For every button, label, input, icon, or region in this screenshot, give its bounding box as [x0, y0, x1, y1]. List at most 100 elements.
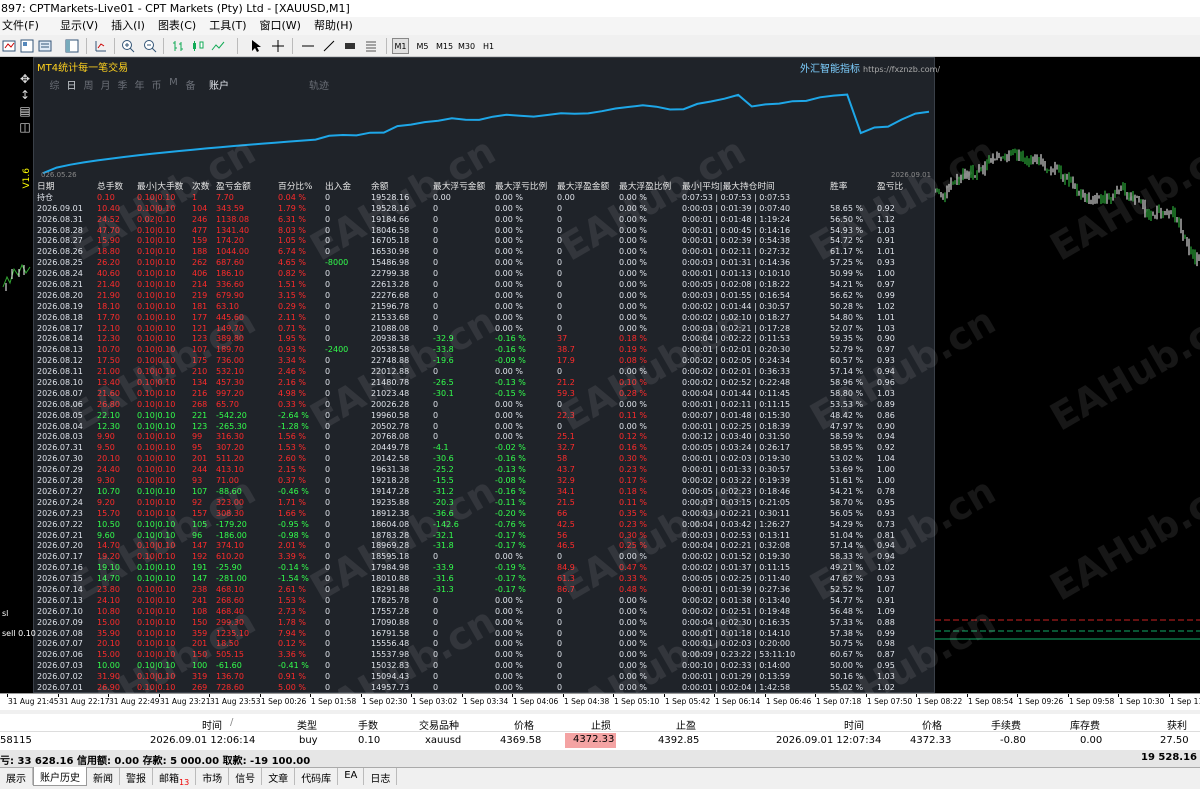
table-cell: 0 [557, 421, 563, 431]
table-cell: 0.10|0.10 [137, 552, 176, 562]
terminal-tab[interactable]: 代码库 [295, 768, 339, 785]
table-cell: 2026.07.23 [37, 508, 83, 518]
terminal-tab[interactable]: 展示 [0, 768, 33, 785]
new-chart-icon[interactable] [1, 38, 17, 54]
timeframe-m5[interactable]: M5 [414, 38, 431, 54]
menu-item[interactable]: 显示(V) [56, 17, 107, 35]
order-close-price: 4372.33 [910, 735, 952, 746]
table-cell: 0 [325, 497, 331, 507]
table-cell: 0.25 % [619, 541, 647, 551]
crosshair-icon[interactable] [270, 38, 286, 54]
table-cell: 0.00 % [495, 682, 523, 692]
table-cell: 2026.07.02 [37, 672, 83, 682]
expand-icon[interactable]: ↕ [18, 88, 32, 102]
indicators-icon[interactable] [93, 38, 109, 54]
terminal-column-header[interactable]: 库存费 [1070, 717, 1100, 732]
terminal-tab[interactable]: 账户历史 [33, 767, 87, 786]
table-cell: 0:00:04 | 0:02:22 | 0:11:53 [682, 334, 791, 344]
terminal-column-header[interactable]: 手数 [358, 717, 378, 732]
terminal-tab[interactable]: 邮箱13 [153, 768, 197, 787]
table-cell: 0.10|0.10 [137, 399, 176, 409]
menu-item[interactable]: 工具(T) [205, 17, 255, 35]
menu-item[interactable]: 插入(I) [107, 17, 154, 35]
horizontal-line-icon[interactable] [300, 38, 316, 54]
column-header: 最大浮亏金额 [433, 182, 486, 192]
chart-area[interactable]: ✥ ↕ ▤ ◫ V1.6 MT4统计每一笔交易 外汇智能指标 https://fx… [0, 57, 1200, 693]
terminal-column-header[interactable]: 时间 [844, 717, 864, 732]
template-icon[interactable]: ▤ [18, 104, 32, 118]
terminal-column-header[interactable]: 止损 [591, 717, 611, 732]
time-tick-label: 1 Sep 07:18 [814, 694, 862, 706]
time-tick-label: 1 Sep 04:38 [562, 694, 610, 706]
price-chart[interactable] [934, 57, 1200, 693]
terminal-column-header[interactable]: 价格 [514, 717, 534, 732]
timeframe-m30[interactable]: M30 [458, 38, 475, 54]
terminal-column-header[interactable]: 价格 [922, 717, 942, 732]
table-cell: -0.13 % [495, 378, 526, 388]
table-cell: 0.00 % [495, 552, 523, 562]
column-header: 最小|大手数 [137, 182, 184, 192]
table-cell: 10.70 [97, 345, 120, 355]
table-cell: 0.00 % [495, 290, 523, 300]
menu-item[interactable]: 文件(F) [0, 17, 56, 35]
table-cell: 57.14 % [830, 367, 864, 377]
terminal-tab[interactable]: 文章 [262, 768, 296, 785]
table-cell: 147 [192, 574, 208, 584]
terminal-column-header[interactable]: 时间 [202, 717, 222, 732]
table-cell: 9.20 [97, 497, 115, 507]
bar-chart-icon[interactable] [170, 38, 186, 54]
table-cell: 0.12 % [278, 639, 306, 649]
table-cell: 18604.08 [371, 519, 410, 529]
order-row[interactable]: 58115 2026.09.01 12:06:14 buy 0.10 xauusd 436… [0, 732, 1200, 750]
zoom-in-icon[interactable] [120, 38, 136, 54]
table-cell: 59.3 [557, 388, 575, 398]
zoom-out-icon[interactable] [142, 38, 158, 54]
table-cell: 0.10|0.10 [137, 628, 176, 638]
text-tools-icon[interactable] [363, 38, 379, 54]
trendline-icon[interactable] [321, 38, 337, 54]
table-cell: 0 [325, 443, 331, 453]
table-cell: 0 [325, 388, 331, 398]
terminal-tab[interactable]: 信号 [229, 768, 263, 785]
line-chart-icon[interactable] [210, 38, 226, 54]
market-watch-icon[interactable] [37, 38, 53, 54]
table-cell: 0.00 % [495, 269, 523, 279]
table-cell: 0 [557, 552, 563, 562]
timeframe-h1[interactable]: H1 [480, 38, 497, 54]
terminal-tab[interactable]: 新闻 [87, 768, 120, 785]
menu-item[interactable]: 窗口(W) [256, 17, 310, 35]
terminal-column-header[interactable]: 交易品种 [419, 717, 459, 732]
table-cell: 22.10 [97, 410, 120, 420]
table-cell: 0 [557, 301, 563, 311]
settings-panel-icon[interactable]: ◫ [18, 120, 32, 134]
menu-item[interactable]: 帮助(H) [310, 17, 362, 35]
terminal-tab[interactable]: EA [338, 768, 365, 785]
timeframe-m15[interactable]: M15 [436, 38, 453, 54]
table-cell: 0.86 [877, 410, 895, 420]
terminal-tab[interactable]: 日志 [364, 768, 398, 785]
terminal-tab[interactable]: 警报 [120, 768, 153, 785]
table-cell: 51.04 % [830, 530, 864, 540]
panel-link-url[interactable]: https://fxznzb.com/ [863, 65, 940, 74]
menu-item[interactable]: 图表(C) [154, 17, 205, 35]
terminal-column-header[interactable]: 类型 [297, 717, 317, 732]
terminal-tab[interactable]: 市场 [196, 768, 230, 785]
table-cell: 56 [557, 530, 568, 540]
table-cell: 1.51 % [278, 280, 306, 290]
profiles-icon[interactable] [19, 38, 35, 54]
timeframe-m1[interactable]: M1 [392, 38, 409, 54]
terminal-column-header[interactable]: 获利 [1167, 717, 1187, 732]
table-cell: 2026.08.13 [37, 345, 83, 355]
cursor-icon[interactable] [248, 38, 264, 54]
rectangle-icon[interactable] [342, 38, 358, 54]
terminal-column-header[interactable]: 止盈 [676, 717, 696, 732]
navigator-icon[interactable] [64, 38, 80, 54]
terminal-column-header[interactable]: 手续费 [991, 717, 1021, 732]
terminal-tab-label: EA [344, 770, 358, 781]
table-row: 2026.07.30 20.10 0.10|0.10 201 511.20 2.60 % 0… [37, 454, 935, 465]
table-cell: 2026.08.20 [37, 290, 83, 300]
table-cell: 0.10|0.10 [137, 574, 176, 584]
candlestick-icon[interactable] [190, 38, 206, 54]
move-icon[interactable]: ✥ [18, 72, 32, 86]
panel-link[interactable]: 外汇智能指标 https://fxznzb.com/ [800, 60, 940, 75]
